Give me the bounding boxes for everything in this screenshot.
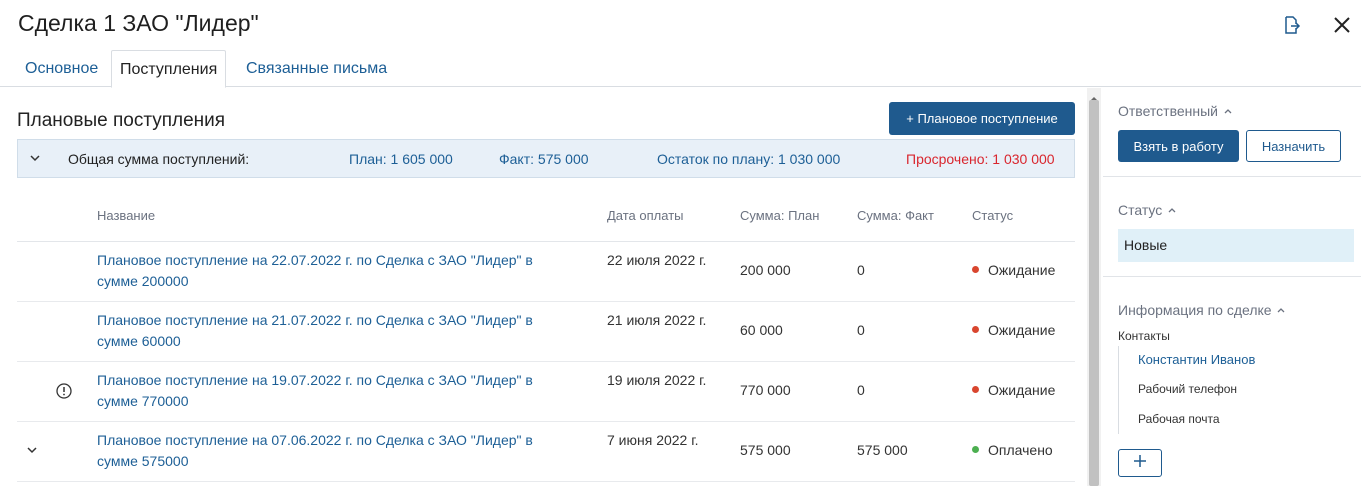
receipt-name-link[interactable]: Плановое поступление на 19.07.2022 г. по…	[97, 370, 557, 412]
status-dot-icon	[972, 386, 979, 393]
chevron-down-icon[interactable]	[28, 149, 44, 167]
receipt-name-link[interactable]: Плановое поступление на 22.07.2022 г. по…	[97, 250, 557, 292]
amount-plan: 60 000	[740, 322, 783, 338]
export-icon[interactable]	[1280, 14, 1302, 36]
column-header-name[interactable]: Название	[97, 208, 155, 223]
contacts-list: Константин Иванов Рабочий телефон Рабоча…	[1118, 346, 1338, 434]
payment-date: 21 июля 2022 г.	[607, 312, 707, 328]
table-header: Название Дата оплаты Сумма: План Сумма: …	[17, 192, 1075, 242]
section-title: Плановые поступления	[17, 110, 226, 131]
summary-overdue: Просрочено: 1 030 000	[906, 151, 1055, 167]
warning-icon	[55, 382, 73, 400]
contact-name-link[interactable]: Константин Иванов	[1138, 352, 1255, 367]
payment-date: 19 июля 2022 г.	[607, 372, 707, 388]
responsible-heading[interactable]: Ответственный	[1118, 103, 1234, 119]
receipts-panel: Плановые поступления + Плановое поступле…	[0, 88, 1090, 486]
status-label: Оплачено	[988, 442, 1053, 458]
status-cell: Оплачено	[972, 442, 1053, 458]
amount-plan: 200 000	[740, 262, 791, 278]
amount-plan: 575 000	[740, 442, 791, 458]
tab-related-letters[interactable]: Связанные письма	[238, 50, 395, 87]
status-label: Ожидание	[988, 262, 1056, 278]
amount-fact: 0	[857, 262, 865, 278]
amount-fact: 0	[857, 382, 865, 398]
amount-fact: 0	[857, 322, 865, 338]
work-phone-label: Рабочий телефон	[1138, 382, 1238, 396]
tab-bar: Основное Поступления Связанные письма	[0, 50, 1361, 88]
scroll-up-arrow-icon[interactable]	[1089, 90, 1099, 101]
status-value[interactable]: Новые	[1118, 229, 1354, 262]
amount-fact: 575 000	[857, 442, 908, 458]
sidebar: Ответственный Взять в работу Назначить С…	[1103, 88, 1361, 486]
chevron-up-icon	[1222, 103, 1234, 119]
column-header-fact[interactable]: Сумма: Факт	[857, 208, 934, 223]
scrollbar-thumb[interactable]	[1089, 100, 1099, 486]
divider	[1103, 276, 1361, 277]
summary-rest: Остаток по плану: 1 030 000	[657, 151, 841, 167]
add-planned-receipt-button[interactable]: + Плановое поступление	[889, 102, 1075, 135]
status-dot-icon	[972, 326, 979, 333]
payment-date: 22 июля 2022 г.	[607, 252, 707, 268]
tab-receipts[interactable]: Поступления	[111, 50, 227, 88]
amount-plan: 770 000	[740, 382, 791, 398]
status-dot-icon	[972, 446, 979, 453]
payment-date: 7 июня 2022 г.	[607, 432, 699, 448]
chevron-up-icon	[1275, 302, 1287, 318]
chevron-down-icon[interactable]	[25, 443, 41, 459]
summary-fact: Факт: 575 000	[499, 151, 589, 167]
contacts-label: Контакты	[1118, 329, 1170, 343]
status-heading[interactable]: Статус	[1118, 202, 1178, 218]
status-label: Ожидание	[988, 382, 1056, 398]
page-title: Сделка 1 ЗАО "Лидер"	[18, 10, 259, 36]
status-cell: Ожидание	[972, 262, 1055, 278]
receipt-name-link[interactable]: Плановое поступление на 21.07.2022 г. по…	[97, 310, 557, 352]
receipt-name-link[interactable]: Плановое поступление на 07.06.2022 г. по…	[97, 430, 557, 472]
status-cell: Ожидание	[972, 322, 1055, 338]
status-cell: Ожидание	[972, 382, 1055, 398]
divider	[1103, 176, 1361, 177]
close-icon[interactable]	[1331, 14, 1353, 36]
dialog-header: Сделка 1 ЗАО "Лидер"	[0, 0, 1361, 50]
column-header-plan[interactable]: Сумма: План	[740, 208, 819, 223]
summary-bar: Общая сумма поступлений: План: 1 605 000…	[17, 139, 1075, 178]
summary-plan: План: 1 605 000	[349, 151, 453, 167]
column-header-date[interactable]: Дата оплаты	[607, 208, 684, 223]
table-row[interactable]: Плановое поступление на 19.07.2022 г. по…	[17, 362, 1075, 422]
take-to-work-button[interactable]: Взять в работу	[1118, 130, 1239, 162]
column-header-status[interactable]: Статус	[972, 208, 1013, 223]
table-row[interactable]: Плановое поступление на 21.07.2022 г. по…	[17, 302, 1075, 362]
table-row[interactable]: Плановое поступление на 07.06.2022 г. по…	[17, 422, 1075, 482]
chevron-up-icon	[1166, 202, 1178, 218]
add-contact-button[interactable]	[1118, 449, 1162, 477]
status-dot-icon	[972, 266, 979, 273]
assign-button[interactable]: Назначить	[1246, 130, 1341, 162]
table-row[interactable]: Плановое поступление на 22.07.2022 г. по…	[17, 242, 1075, 302]
deal-info-heading[interactable]: Информация по сделке	[1118, 302, 1287, 318]
tab-main[interactable]: Основное	[17, 50, 106, 87]
plus-icon	[1133, 454, 1147, 473]
status-label: Ожидание	[988, 322, 1056, 338]
summary-label: Общая сумма поступлений:	[68, 151, 250, 167]
work-email-label: Рабочая почта	[1138, 412, 1220, 426]
